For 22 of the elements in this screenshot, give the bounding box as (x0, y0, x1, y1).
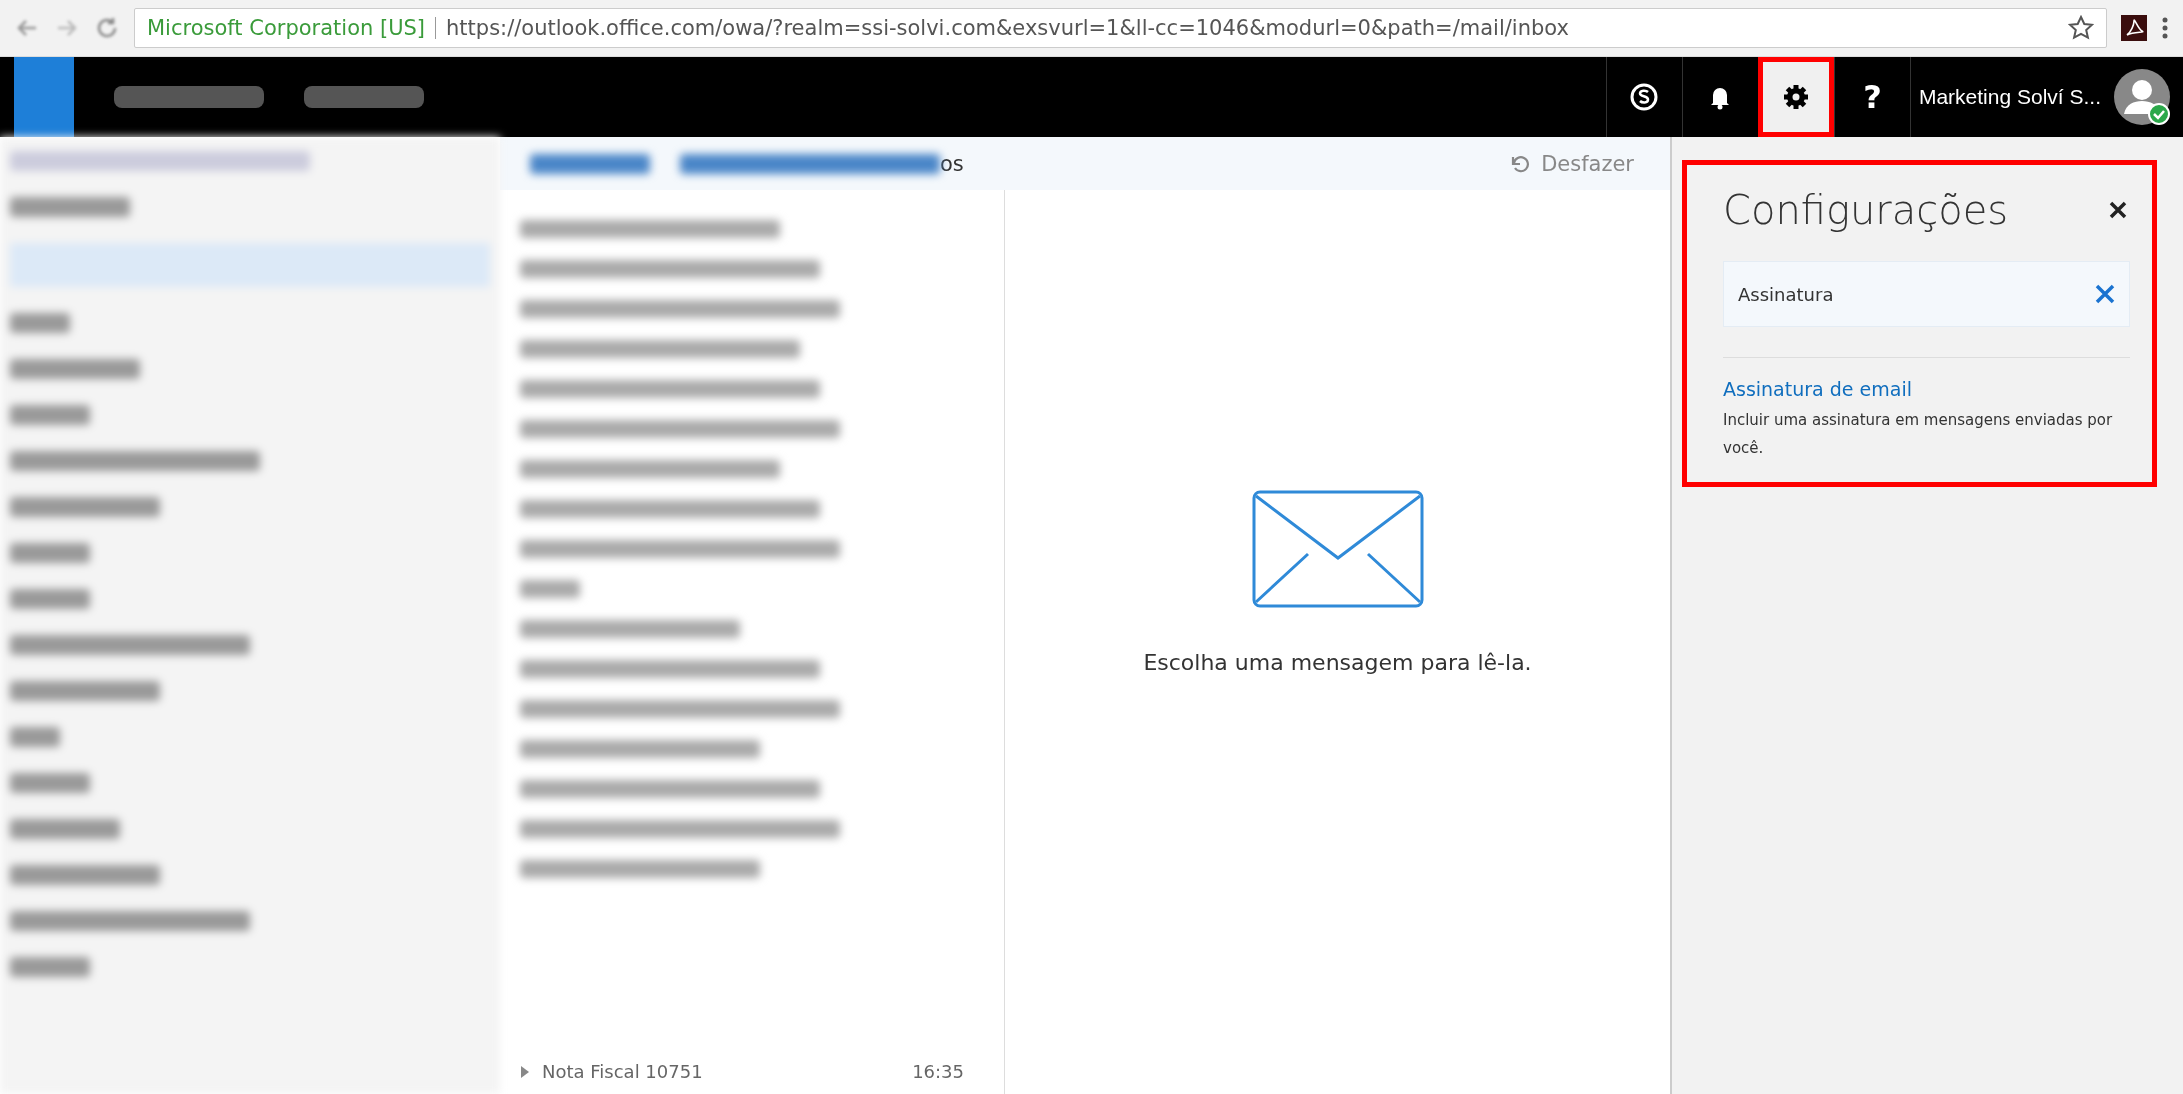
settings-button[interactable] (1757, 57, 1834, 137)
toolbar-text: os (940, 151, 964, 176)
skype-icon (1629, 82, 1660, 112)
message-row[interactable]: Nota Fiscal 10751 16:35 (500, 1061, 1004, 1094)
result-description: Incluir uma assinatura em mensagens enviadas por você. (1723, 410, 2114, 459)
star-icon[interactable] (2068, 15, 2094, 41)
panel-title: Configurações (1723, 187, 2009, 233)
result-link[interactable]: Assinatura de email (1723, 378, 2130, 400)
clear-button[interactable] (2094, 283, 2116, 305)
site-identity: Microsoft Corporation [US] (147, 16, 426, 40)
search-field[interactable]: Assinatura (1723, 261, 2130, 327)
avatar-icon[interactable] (2113, 68, 2171, 126)
pdf-icon[interactable] (2121, 15, 2147, 41)
envelope-icon (1251, 489, 1424, 608)
message-time: 16:35 (912, 1061, 964, 1082)
empty-state-text: Escolha uma mensagem para lê-la. (1143, 649, 1532, 675)
expand-icon[interactable] (520, 1065, 530, 1078)
user-name[interactable]: Marketing Solví S... (1918, 85, 2101, 109)
address-bar[interactable]: Microsoft Corporation [US] https://outlook.office.com/owa/?realm=ssi-solvi.com&exsvurl=1&ll-cc=1046&modurl=0&path=/mail/inbox (134, 8, 2107, 48)
menu-icon[interactable] (2161, 16, 2169, 40)
message-subject: Nota Fiscal 10751 (542, 1061, 703, 1082)
url-text: https://outlook.office.com/owa/?realm=ssi-solvi.com&exsvurl=1&ll-cc=1046&modurl=0&path=/mail/inbox (446, 16, 1569, 40)
